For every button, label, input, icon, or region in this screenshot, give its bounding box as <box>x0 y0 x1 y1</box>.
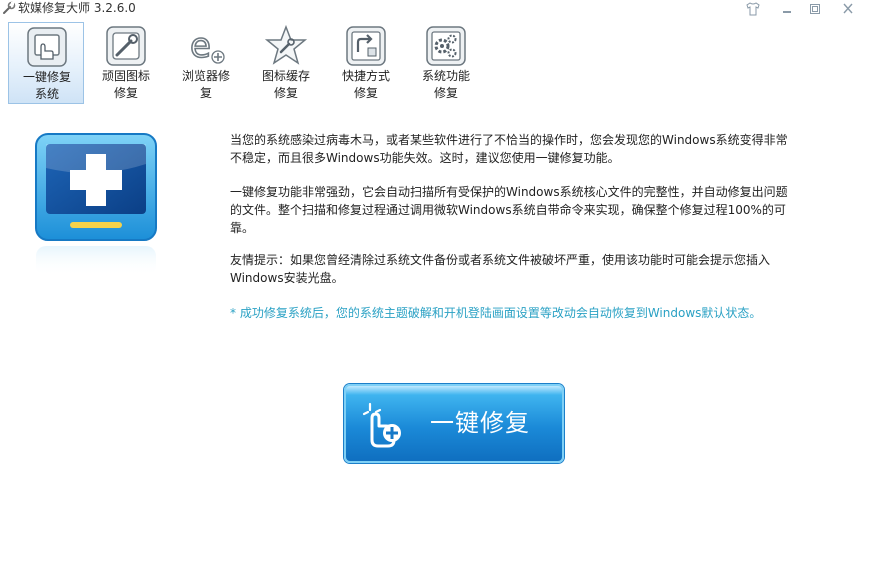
window-title: 软媒修复大师 3.2.6.0 <box>18 1 136 15</box>
icon-cache-icon <box>264 24 308 65</box>
toolbar: 一键修复 系统 顽固图标 修复 e 浏览器修 复 图标缓存 修复 快捷方式 修复… <box>0 22 870 104</box>
tab-shortcut-repair-label: 快捷方式 修复 <box>341 69 390 100</box>
title-bar: 软媒修复大师 3.2.6.0 <box>0 0 870 18</box>
description-paragraph-2: 一键修复功能非常强劲，它会自动扫描所有受保护的Windows系统核心文件的完整性… <box>230 185 788 235</box>
tab-system-function-repair[interactable]: 系统功能 修复 <box>408 22 484 104</box>
close-icon[interactable] <box>840 2 856 16</box>
one-click-repair-button-label: 一键修复 <box>430 409 530 437</box>
tab-one-click-repair-label: 一键修复 系统 <box>22 70 71 101</box>
tab-icon-cache-repair-label: 图标缓存 修复 <box>261 69 310 100</box>
browser-repair-icon: e <box>189 25 225 67</box>
maximize-icon[interactable] <box>807 2 823 16</box>
restore-note: * 成功修复系统后，您的系统主题破解和开机登陆画面设置等改动会自动恢复到Wind… <box>230 306 762 320</box>
tab-system-function-repair-label: 系统功能 修复 <box>421 69 470 100</box>
description-paragraph-1: 当您的系统感染过病毒木马，或者某些软件进行了不恰当的操作时，您会发现您的Wind… <box>230 133 788 165</box>
tip-paragraph: 友情提示：如果您曾经清除过系统文件备份或者系统文件被破坏严重，使用该功能时可能会… <box>230 253 771 285</box>
tab-icon-repair-label: 顽固图标 修复 <box>101 69 150 100</box>
tab-browser-repair-label: 浏览器修 复 <box>181 69 230 100</box>
icon-repair-icon <box>106 26 146 66</box>
tab-shortcut-repair[interactable]: 快捷方式 修复 <box>328 22 404 104</box>
tab-one-click-repair[interactable]: 一键修复 系统 <box>8 22 84 104</box>
monitor-plus-icon <box>35 133 157 276</box>
tab-icon-cache-repair[interactable]: 图标缓存 修复 <box>248 22 324 104</box>
system-function-icon <box>426 26 466 66</box>
shirt-skin-icon[interactable] <box>745 2 761 16</box>
tab-icon-repair[interactable]: 顽固图标 修复 <box>88 22 164 104</box>
one-click-repair-button[interactable]: 一键修复 <box>344 384 564 463</box>
wrench-app-icon <box>3 1 16 14</box>
hand-pointer-plus-icon <box>362 402 401 448</box>
one-click-repair-icon <box>27 27 67 67</box>
shortcut-repair-icon <box>346 26 386 66</box>
tab-browser-repair[interactable]: e 浏览器修 复 <box>168 22 244 104</box>
svg-text:e: e <box>190 26 211 66</box>
minimize-icon[interactable] <box>779 2 795 16</box>
